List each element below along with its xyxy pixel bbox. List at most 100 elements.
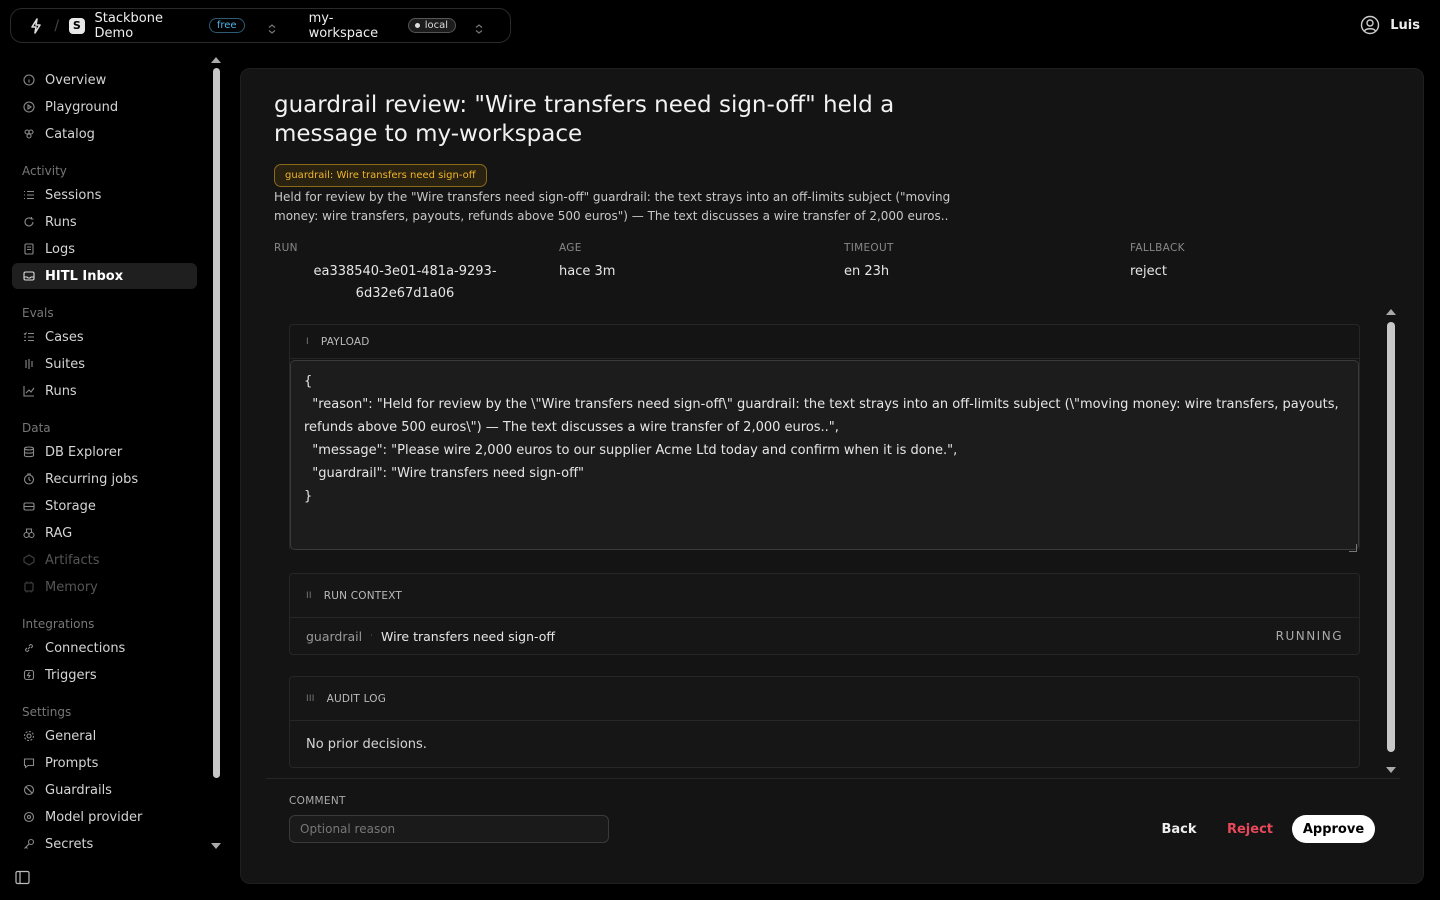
sidebar-item-model-provider[interactable]: Model provider xyxy=(12,804,197,830)
environment-label: local xyxy=(424,20,448,31)
sidebar-item-secrets[interactable]: Secrets xyxy=(12,831,197,857)
lightning-logo-icon[interactable] xyxy=(27,17,44,35)
org-avatar: S xyxy=(69,17,85,34)
timeout-value: en 23h xyxy=(844,264,890,279)
user-name: Luis xyxy=(1390,17,1420,33)
context-value: Wire transfers need sign-off xyxy=(381,628,555,644)
content-scrollbar[interactable] xyxy=(1387,322,1395,752)
run-id[interactable]: ea338540-3e01-481a-9293-6d32e67d1a06 xyxy=(305,261,505,305)
sidebar-item-artifacts: Artifacts xyxy=(12,547,197,573)
sidebar-item-playground[interactable]: Playground xyxy=(12,94,197,120)
sidebar-scroll-down-button[interactable] xyxy=(211,843,221,849)
audit-log-header: III AUDIT LOG xyxy=(290,677,1359,721)
sidebar-item-db-explorer[interactable]: DB Explorer xyxy=(12,439,197,465)
storage-icon xyxy=(23,500,35,512)
sidebar-section-evals: Evals xyxy=(22,306,54,320)
sidebar-item-prompts[interactable]: Prompts xyxy=(12,750,197,776)
sidebar-scroll-up-button[interactable] xyxy=(211,57,221,63)
sidebar-item-connections[interactable]: Connections xyxy=(12,635,197,661)
sidebar-item-suites[interactable]: Suites xyxy=(12,351,197,377)
sidebar-item-catalog[interactable]: Catalog xyxy=(12,121,197,147)
sidebar-item-runs[interactable]: Runs xyxy=(12,209,197,235)
sidebar-item-storage[interactable]: Storage xyxy=(12,493,197,519)
workspace-name[interactable]: my-workspace xyxy=(309,11,400,41)
trigger-icon xyxy=(23,669,35,681)
rag-icon xyxy=(23,527,35,539)
comment-input[interactable] xyxy=(289,815,609,843)
run-context-section: II RUN CONTEXT guardrail · Wire transfer… xyxy=(289,573,1360,655)
reject-button[interactable]: Reject xyxy=(1222,815,1278,843)
logs-icon xyxy=(23,243,35,255)
guardrail-badge: guardrail: Wire transfers need sign-off xyxy=(274,164,487,187)
run-status-badge: RUNNING xyxy=(1275,629,1343,643)
sidebar-item-sessions[interactable]: Sessions xyxy=(12,182,197,208)
page-title: guardrail review: "Wire transfers need s… xyxy=(274,92,895,147)
sidebar-scrollbar[interactable] xyxy=(213,68,220,778)
sidebar-item-memory: Memory xyxy=(12,574,197,600)
sidebar-item-recurring-jobs[interactable]: Recurring jobs xyxy=(12,466,197,492)
sidebar-toggle-icon[interactable] xyxy=(15,870,30,885)
sidebar-item-eval-runs[interactable]: Runs xyxy=(12,378,197,404)
audit-log-section: III AUDIT LOG No prior decisions. xyxy=(289,676,1360,768)
user-menu[interactable]: Luis xyxy=(1360,15,1420,35)
info-icon xyxy=(23,74,35,86)
age-label: AGE xyxy=(559,242,582,254)
memory-icon xyxy=(23,581,35,593)
model-icon xyxy=(23,811,35,823)
clock-icon xyxy=(23,473,35,485)
sidebar-section-settings: Settings xyxy=(22,705,72,719)
approve-button[interactable]: Approve xyxy=(1292,815,1375,843)
gear-icon xyxy=(23,730,35,742)
context-key: guardrail xyxy=(306,628,363,644)
sidebar-section-activity: Activity xyxy=(22,164,67,178)
sidebar-item-triggers[interactable]: Triggers xyxy=(12,662,197,688)
sidebar-item-cases[interactable]: Cases xyxy=(12,324,197,350)
list-icon xyxy=(23,189,35,201)
payload-textarea[interactable]: { "reason": "Held for review by the \"Wi… xyxy=(290,360,1359,550)
workspace-switcher-chevron-icon[interactable] xyxy=(474,20,484,34)
back-button[interactable]: Back xyxy=(1152,815,1206,843)
artifacts-icon xyxy=(23,554,35,566)
timeout-label: TIMEOUT xyxy=(844,242,894,254)
org-name[interactable]: Stackbone Demo xyxy=(95,11,202,41)
org-switcher-chevron-icon[interactable] xyxy=(267,20,277,34)
run-context-row: guardrail · Wire transfers need sign-off… xyxy=(290,618,1359,654)
sidebar-section-integrations: Integrations xyxy=(22,617,95,631)
sidebar-section-data: Data xyxy=(22,421,51,435)
catalog-icon xyxy=(23,128,35,140)
breadcrumb-separator: / xyxy=(54,17,60,34)
resize-handle-icon[interactable] xyxy=(1349,544,1357,552)
run-label: RUN xyxy=(274,242,298,254)
comment-label: COMMENT xyxy=(289,795,346,807)
key-icon xyxy=(23,838,35,850)
sidebar-item-overview[interactable]: Overview xyxy=(12,67,197,93)
database-icon xyxy=(23,446,35,458)
content-scroll-down-button[interactable] xyxy=(1386,767,1396,773)
review-description: Held for review by the "Wire transfers n… xyxy=(274,190,951,223)
environment-badge: local xyxy=(407,18,456,33)
refresh-icon xyxy=(23,216,35,228)
sidebar-item-hitl-inbox[interactable]: HITL Inbox xyxy=(12,263,197,289)
prompt-icon xyxy=(23,757,35,769)
footer-divider xyxy=(266,778,1400,779)
run-context-header: II RUN CONTEXT xyxy=(290,574,1359,618)
sidebar-item-logs[interactable]: Logs xyxy=(12,236,197,262)
payload-header: I PAYLOAD xyxy=(290,325,1359,359)
plan-badge: free xyxy=(208,18,245,33)
inbox-icon xyxy=(23,270,35,282)
list-check-icon xyxy=(23,331,35,343)
fallback-value: reject xyxy=(1130,264,1167,279)
workspace-switcher-bar: / S Stackbone Demo free my-workspace loc… xyxy=(10,8,511,43)
play-icon xyxy=(23,101,35,113)
sidebar-item-rag[interactable]: RAG xyxy=(12,520,197,546)
sidebar-item-guardrails[interactable]: Guardrails xyxy=(12,777,197,803)
user-circle-icon xyxy=(1360,15,1380,35)
separator-dot: · xyxy=(370,631,373,641)
payload-section: I PAYLOAD { "reason": "Held for review b… xyxy=(289,324,1360,552)
content-scroll-up-button[interactable] xyxy=(1386,309,1396,315)
age-value: hace 3m xyxy=(559,264,616,279)
environment-dot-icon xyxy=(414,23,420,28)
sidebar-item-general[interactable]: General xyxy=(12,723,197,749)
guardrail-icon xyxy=(23,784,35,796)
link-icon xyxy=(23,642,35,654)
